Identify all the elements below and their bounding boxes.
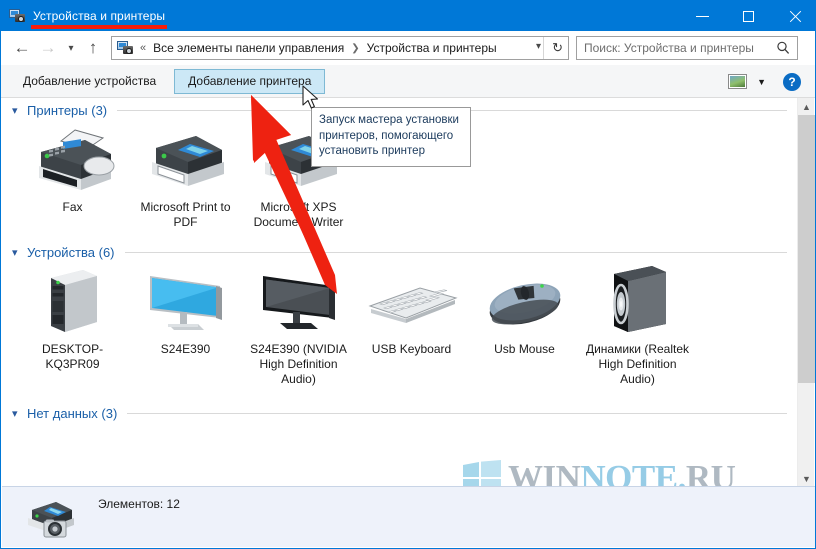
devices-printers-icon — [9, 8, 26, 24]
device-label: Динамики (Realtek High Definition Audio) — [585, 342, 690, 386]
minimize-button[interactable] — [679, 1, 725, 31]
breadcrumb-separator-icon[interactable]: ❯ — [351, 43, 359, 54]
search-box[interactable] — [576, 36, 798, 60]
device-label: Usb Mouse — [494, 342, 555, 356]
scroll-thumb[interactable] — [798, 115, 815, 383]
up-arrow-icon[interactable]: ↑ — [81, 34, 105, 62]
item-count-label: Элементов: 12 — [98, 497, 180, 511]
monitor-dark-icon — [249, 264, 349, 336]
device-tile-monitor-nvidia[interactable]: S24E390 (NVIDIA High Definition Audio) — [242, 264, 355, 387]
device-label: Fax — [62, 200, 83, 214]
section-header-unspecified[interactable]: ▾ Нет данных (3) — [2, 401, 799, 425]
section-label: Принтеры (3) — [27, 102, 108, 118]
section-label: Нет данных (3) — [27, 405, 118, 421]
change-view-icon[interactable] — [728, 74, 748, 89]
breadcrumb-overflow-icon[interactable]: « — [140, 42, 146, 54]
command-bar-right: ▼ ? — [728, 65, 815, 98]
section-label: Устройства (6) — [27, 244, 115, 260]
device-label: S24E390 (NVIDIA High Definition Audio) — [250, 342, 347, 386]
add-printer-tooltip: Запуск мастера установки принтеров, помо… — [311, 107, 471, 167]
device-label: Microsoft Print to PDF — [140, 200, 231, 229]
chevron-down-icon[interactable]: ▾ — [12, 407, 27, 420]
keyboard-icon — [362, 264, 462, 336]
monitor-icon — [136, 264, 236, 336]
device-tile-keyboard[interactable]: USB Keyboard — [355, 264, 468, 387]
divider — [543, 37, 544, 59]
printer-camera-icon — [24, 493, 84, 541]
device-label: USB Keyboard — [371, 342, 452, 356]
window-title: Устройства и принтеры — [33, 9, 166, 23]
breadcrumb-segment-control-panel[interactable]: Все элементы панели управления — [153, 41, 344, 55]
status-bar: Элементов: 12 — [2, 486, 815, 547]
vertical-scrollbar[interactable]: ▲ ▼ — [797, 98, 815, 487]
chevron-down-icon[interactable]: ▾ — [12, 246, 27, 259]
section-header-devices[interactable]: ▾ Устройства (6) — [2, 240, 799, 264]
device-tile-fax[interactable]: Fax — [16, 122, 129, 230]
search-icon[interactable] — [776, 40, 790, 56]
breadcrumb[interactable]: « Все элементы панели управления ❯ Устро… — [111, 36, 569, 60]
help-icon[interactable]: ? — [783, 72, 801, 91]
breadcrumb-segment-devices-printers[interactable]: Устройства и принтеры — [367, 41, 497, 55]
add-device-button[interactable]: Добавление устройства — [9, 69, 170, 94]
command-bar: Добавление устройства Добавление принтер… — [1, 65, 815, 98]
recent-locations-icon[interactable]: ▾ — [61, 34, 81, 62]
chevron-down-icon[interactable]: ▾ — [536, 41, 541, 52]
device-tile-monitor[interactable]: S24E390 — [129, 264, 242, 387]
device-label: DESKTOP-KQ3PR09 — [41, 342, 104, 371]
add-printer-button[interactable]: Добавление принтера — [174, 68, 326, 94]
divider — [124, 251, 787, 253]
refresh-icon[interactable]: ↻ — [552, 40, 563, 56]
chevron-down-icon[interactable]: ▼ — [757, 77, 766, 87]
address-bar-row: ← → ▾ ↑ « Все элементы панели управления… — [1, 31, 815, 65]
fax-printer-icon — [23, 122, 123, 194]
scroll-up-icon[interactable]: ▲ — [798, 98, 815, 115]
red-underline-annotation — [31, 25, 167, 29]
device-tile-mouse[interactable]: Usb Mouse — [468, 264, 581, 387]
device-label: S24E390 — [160, 342, 211, 356]
search-input[interactable] — [584, 41, 769, 55]
close-button[interactable] — [771, 1, 815, 31]
mouse-icon — [475, 264, 575, 336]
device-tile-print-to-pdf[interactable]: Microsoft Print to PDF — [129, 122, 242, 230]
divider — [127, 412, 787, 414]
maximize-button[interactable] — [725, 1, 771, 31]
printer-icon — [136, 122, 236, 194]
device-tile-speakers[interactable]: Динамики (Realtek High Definition Audio) — [581, 264, 694, 387]
device-tile-desktop[interactable]: DESKTOP-KQ3PR09 — [16, 264, 129, 387]
forward-arrow-icon[interactable]: → — [35, 34, 61, 62]
scroll-down-icon[interactable]: ▼ — [798, 470, 815, 487]
desktop-tower-icon — [23, 264, 123, 336]
back-arrow-icon[interactable]: ← — [9, 34, 35, 62]
window-controls — [679, 1, 815, 31]
devices-printers-icon — [117, 40, 134, 56]
devices-and-printers-window: Устройства и принтеры ← → ▾ ↑ « Все элем… — [0, 0, 816, 549]
devices-grid: DESKTOP-KQ3PR09 S24E390 S24E390 (NVIDIA … — [2, 264, 799, 387]
speaker-icon — [588, 264, 688, 336]
chevron-down-icon[interactable]: ▾ — [12, 104, 27, 117]
device-label: Microsoft XPS Document Writer — [253, 200, 344, 229]
